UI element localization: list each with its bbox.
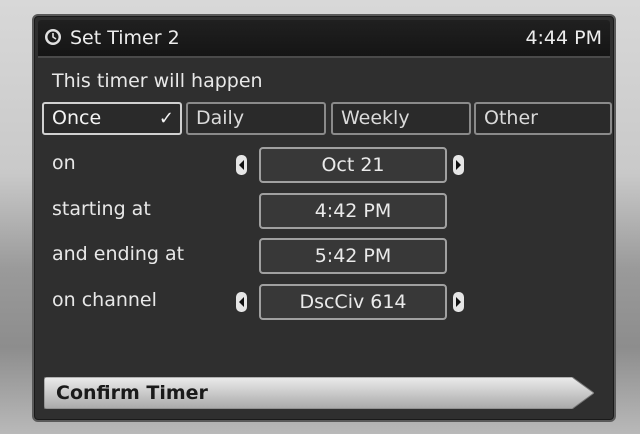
page-title: Set Timer 2 (70, 27, 180, 49)
set-timer-panel: Set Timer 2 4:44 PM This timer will happ… (32, 14, 616, 422)
tab-daily[interactable]: Daily (186, 102, 326, 135)
end-label: and ending at (52, 243, 185, 265)
tab-weekly[interactable]: Weekly (331, 102, 471, 135)
intro-text: This timer will happen (52, 70, 263, 92)
confirm-timer-label: Confirm Timer (56, 382, 208, 404)
channel-left-arrow-icon[interactable] (236, 292, 247, 312)
date-field[interactable]: Oct 21 (259, 147, 447, 183)
title-bar: Set Timer 2 4:44 PM (38, 20, 610, 58)
tab-once-label: Once (52, 107, 102, 129)
channel-field[interactable]: DscCiv 614 (259, 284, 447, 320)
end-time-field[interactable]: 5:42 PM (259, 238, 447, 274)
tab-other-label: Other (484, 107, 538, 129)
date-right-arrow-icon[interactable] (453, 155, 464, 175)
start-label: starting at (52, 198, 151, 220)
tab-daily-label: Daily (196, 107, 245, 129)
clock-icon (45, 29, 61, 45)
date-left-arrow-icon[interactable] (236, 155, 247, 175)
tab-weekly-label: Weekly (341, 107, 410, 129)
clock-display: 4:44 PM (525, 27, 602, 49)
tab-once[interactable]: Once ✓ (42, 102, 182, 135)
confirm-timer-button[interactable]: Confirm Timer (44, 377, 594, 409)
channel-right-arrow-icon[interactable] (453, 292, 464, 312)
checkmark-icon: ✓ (158, 108, 174, 129)
date-label: on (52, 152, 76, 174)
tab-other[interactable]: Other (474, 102, 612, 135)
channel-label: on channel (52, 289, 157, 311)
start-time-field[interactable]: 4:42 PM (259, 193, 447, 229)
